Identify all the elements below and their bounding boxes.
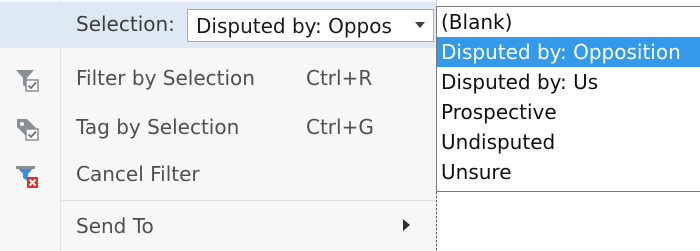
selection-combobox-value: Disputed by: Oppos xyxy=(196,14,392,38)
selection-combobox[interactable]: Disputed by: Oppos xyxy=(187,9,434,42)
dropdown-option[interactable]: Disputed by: Us xyxy=(437,67,700,97)
selection-dropdown-list[interactable]: (Blank) Disputed by: Opposition Disputed… xyxy=(436,6,700,192)
dropdown-option[interactable]: Undisputed xyxy=(437,127,700,157)
menu-item-selection[interactable]: Selection: Disputed by: Oppos xyxy=(0,2,436,48)
tag-check-icon xyxy=(14,116,40,142)
menu-item-filter-by-selection[interactable]: Filter by Selection Ctrl+R xyxy=(0,56,436,102)
context-menu: Selection: Disputed by: Oppos Filter by … xyxy=(0,0,437,251)
cancel-filter-label: Cancel Filter xyxy=(76,162,200,186)
dropdown-option[interactable]: Unsure xyxy=(437,157,700,187)
filter-cancel-icon xyxy=(14,163,40,189)
tag-by-selection-label: Tag by Selection xyxy=(76,115,240,139)
menu-item-tag-by-selection[interactable]: Tag by Selection Ctrl+G xyxy=(0,105,436,151)
menu-separator xyxy=(60,200,436,201)
send-to-label: Send To xyxy=(76,214,154,238)
filter-by-selection-shortcut: Ctrl+R xyxy=(306,66,373,90)
dropdown-option-selected[interactable]: Disputed by: Opposition xyxy=(437,37,700,67)
filter-by-selection-label: Filter by Selection xyxy=(76,66,255,90)
dropdown-option[interactable]: (Blank) xyxy=(437,7,700,37)
chevron-down-icon[interactable] xyxy=(409,10,433,41)
menu-item-send-to[interactable]: Send To xyxy=(0,204,436,250)
screen: Selection: Disputed by: Oppos Filter by … xyxy=(0,0,700,251)
menu-item-cancel-filter[interactable]: Cancel Filter xyxy=(0,152,436,198)
tag-by-selection-shortcut: Ctrl+G xyxy=(306,115,374,139)
filter-check-icon xyxy=(14,67,40,93)
window-edge-divider xyxy=(436,192,437,251)
selection-label: Selection: xyxy=(76,12,175,36)
chevron-right-icon xyxy=(403,219,410,231)
dropdown-option[interactable]: Prospective xyxy=(437,97,700,127)
